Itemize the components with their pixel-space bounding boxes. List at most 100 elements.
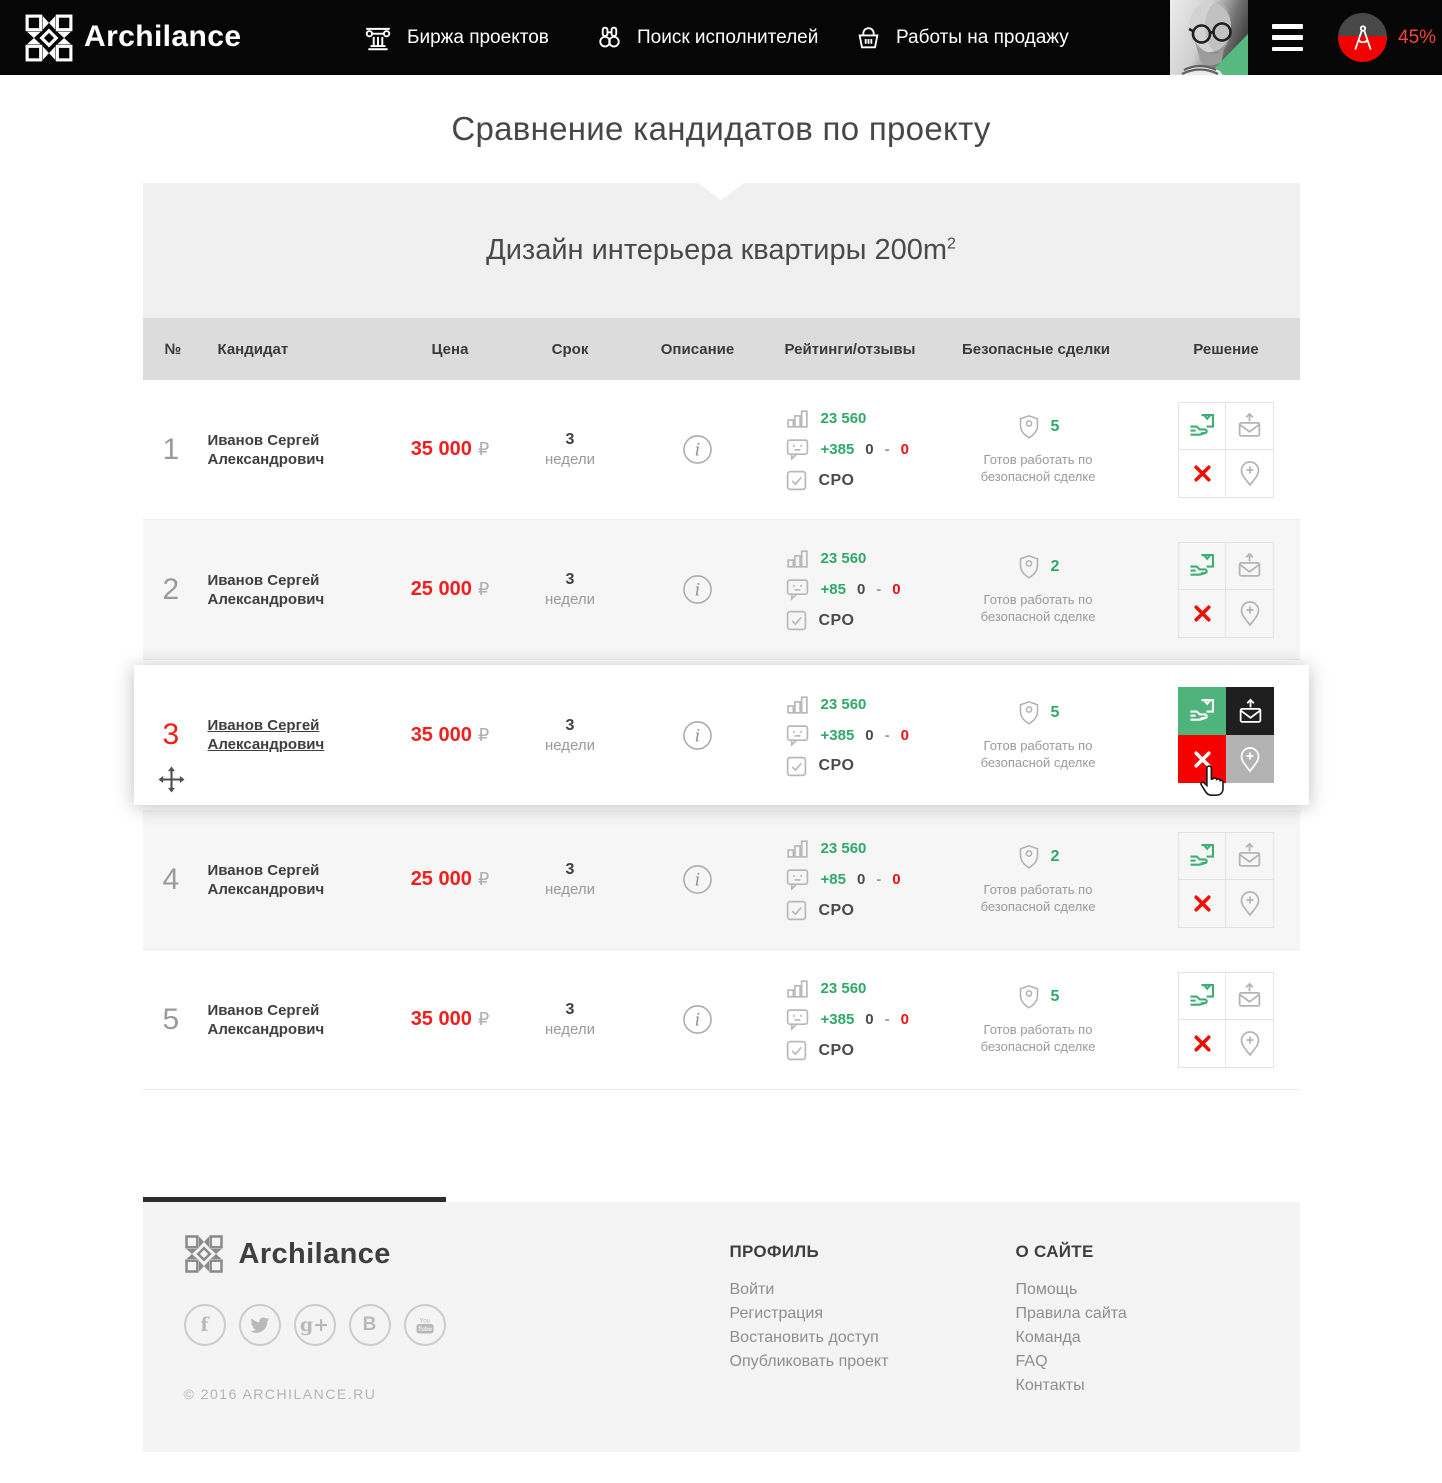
reviews-icon	[785, 723, 810, 748]
decision-buttons	[1178, 402, 1274, 498]
reviews-neutral: 0	[865, 727, 873, 744]
send-message-icon[interactable]	[1225, 402, 1274, 450]
send-message-icon[interactable]	[1226, 687, 1274, 735]
reject-icon[interactable]	[1178, 735, 1226, 783]
info-icon[interactable]: i	[682, 434, 713, 465]
add-location-icon[interactable]	[1225, 1019, 1274, 1068]
deal-icon[interactable]	[1178, 542, 1226, 590]
price-value: 35 000	[411, 438, 472, 461]
table-row[interactable]: 3 Иванов Сергей Александрович 35 000 ₽	[134, 665, 1309, 805]
reviews-neutral: 0	[865, 441, 873, 458]
reviews-dash: -	[885, 727, 890, 744]
rating-value: 23 560	[821, 410, 867, 427]
deal-icon[interactable]	[1178, 972, 1226, 1020]
info-icon[interactable]: i	[682, 720, 713, 751]
footer-column-links: ПомощьПравила сайтаКомандаFAQКонтакты	[1016, 1278, 1127, 1398]
footer-link[interactable]: Регистрация	[730, 1302, 889, 1326]
copyright: © 2016 ARCHILANCE.RU	[184, 1386, 377, 1402]
footer-link[interactable]: Востановить доступ	[730, 1326, 889, 1350]
page-title: Сравнение кандидатов по проекту	[451, 110, 990, 148]
reviews-icon	[785, 577, 810, 602]
duration-unit: недели	[545, 881, 595, 898]
send-message-icon[interactable]	[1225, 832, 1274, 880]
archilance-logo-icon[interactable]	[24, 13, 74, 63]
candidate-name[interactable]: Иванов Сергей Александрович	[208, 571, 343, 609]
footer-column-about: О САЙТЕ ПомощьПравила сайтаКомандаFAQКон…	[1016, 1242, 1127, 1398]
table-row[interactable]: 1 Иванов Сергей Александрович 35 000 ₽	[143, 380, 1300, 520]
deal-icon[interactable]	[1178, 402, 1226, 450]
page-footer: Archilance f g+ В You Tube © 2016 ARCHIL…	[143, 1202, 1300, 1452]
reviews-negative: 0	[901, 1011, 909, 1028]
duration-value: 3	[566, 571, 575, 589]
shield-icon	[1017, 844, 1041, 870]
footer-link[interactable]: Команда	[1016, 1326, 1127, 1350]
reviews-positive: +385	[821, 1011, 855, 1028]
safe-deal-note: Готов работать побезопасной сделке	[981, 737, 1096, 771]
youtube-icon[interactable]: You Tube	[404, 1304, 446, 1346]
info-icon[interactable]: i	[682, 1004, 713, 1035]
candidate-name[interactable]: Иванов Сергей Александрович	[208, 861, 343, 899]
brand-name[interactable]: Archilance	[84, 20, 241, 54]
compass-icon	[1338, 13, 1387, 62]
footer-link[interactable]: Помощь	[1016, 1278, 1127, 1302]
nav-item-works-for-sale[interactable]: Работы на продажу	[855, 0, 1069, 75]
duration-unit: недели	[545, 1021, 595, 1038]
google-plus-icon[interactable]: g+	[294, 1304, 336, 1346]
reviews-dash: -	[885, 1011, 890, 1028]
safe-deals-count: 2	[1051, 558, 1060, 576]
send-message-icon[interactable]	[1225, 972, 1274, 1020]
col-header-decision: Решение	[1153, 341, 1300, 358]
footer-link[interactable]: Контакты	[1016, 1374, 1127, 1398]
move-handle-icon[interactable]	[158, 766, 185, 793]
add-location-icon[interactable]	[1226, 735, 1274, 783]
reject-icon[interactable]	[1178, 449, 1226, 498]
table-row[interactable]: 4 Иванов Сергей Александрович 25 000 ₽	[143, 810, 1300, 950]
reviews-positive: +85	[821, 581, 846, 598]
deal-icon[interactable]	[1178, 832, 1226, 880]
safe-deal-note: Готов работать побезопасной сделке	[981, 881, 1096, 915]
nav-item-label: Работы на продажу	[896, 27, 1069, 49]
vk-icon[interactable]: В	[349, 1304, 391, 1346]
menu-burger-icon[interactable]	[1272, 24, 1303, 51]
info-icon[interactable]: i	[682, 574, 713, 605]
reviews-neutral: 0	[857, 871, 865, 888]
col-header-term: Срок	[518, 341, 623, 358]
nav-item-projects-exchange[interactable]: Биржа проектов	[363, 0, 549, 75]
table-row[interactable]: 2 Иванов Сергей Александрович 25 000 ₽	[143, 520, 1300, 660]
reviews-positive: +385	[821, 727, 855, 744]
candidate-name[interactable]: Иванов Сергей Александрович	[208, 716, 343, 754]
user-avatar[interactable]	[1170, 0, 1248, 75]
send-message-icon[interactable]	[1225, 542, 1274, 590]
row-number: 1	[163, 433, 180, 467]
row-number: 2	[163, 573, 180, 607]
reviews-neutral: 0	[857, 581, 865, 598]
add-location-icon[interactable]	[1225, 879, 1274, 928]
duration-unit: недели	[545, 591, 595, 608]
footer-link[interactable]: Правила сайта	[1016, 1302, 1127, 1326]
nav-item-label: Поиск исполнителей	[637, 27, 818, 49]
candidate-name[interactable]: Иванов Сергей Александрович	[208, 431, 343, 469]
reject-icon[interactable]	[1178, 589, 1226, 638]
reject-icon[interactable]	[1178, 1019, 1226, 1068]
candidate-name[interactable]: Иванов Сергей Александрович	[208, 1001, 343, 1039]
add-location-icon[interactable]	[1225, 449, 1274, 498]
project-name: Дизайн интерьера квартиры 200m2	[486, 234, 956, 267]
facebook-icon[interactable]: f	[184, 1304, 226, 1346]
add-location-icon[interactable]	[1225, 589, 1274, 638]
footer-link[interactable]: Войти	[730, 1278, 889, 1302]
twitter-icon[interactable]	[239, 1304, 281, 1346]
table-row[interactable]: 5 Иванов Сергей Александрович 35 000 ₽	[143, 950, 1300, 1090]
decision-buttons	[1178, 687, 1274, 783]
footer-column-title: О САЙТЕ	[1016, 1242, 1127, 1262]
profile-progress-widget[interactable]: 45%	[1338, 13, 1436, 62]
duration-value: 3	[566, 1001, 575, 1019]
footer-link[interactable]: Опубликовать проект	[730, 1350, 889, 1374]
svg-text:i: i	[695, 1010, 700, 1029]
reject-icon[interactable]	[1178, 879, 1226, 928]
project-band: Дизайн интерьера квартиры 200m2	[143, 183, 1300, 318]
nav-item-find-executors[interactable]: Поиск исполнителей	[596, 0, 818, 75]
info-icon[interactable]: i	[682, 864, 713, 895]
footer-link[interactable]: FAQ	[1016, 1350, 1127, 1374]
deal-icon[interactable]	[1178, 687, 1226, 735]
archilance-footer-logo-icon[interactable]	[184, 1234, 224, 1274]
